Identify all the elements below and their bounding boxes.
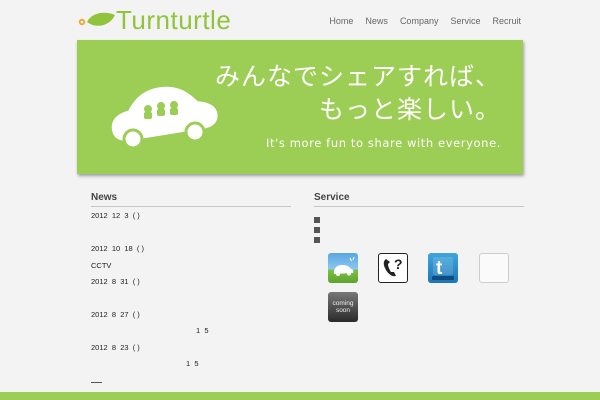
news-text[interactable]: 1 5: [186, 359, 199, 369]
hero-banner: みんなでシェアすれば、 もっと楽しい。 It's more fun to sha…: [77, 40, 523, 174]
news-text[interactable]: CCTV: [91, 261, 111, 271]
main-nav: Home News Company Service Recruit: [329, 15, 521, 27]
logo-text: Turnturtle: [116, 5, 232, 35]
site-header: Turnturtle Home News Company Service Rec…: [0, 0, 600, 40]
news-divider: [91, 206, 291, 207]
news-date[interactable]: 2012 12 3 ( ): [91, 211, 140, 221]
service-bullets: [314, 217, 320, 247]
svg-text:t: t: [436, 258, 443, 279]
coming-soon-label: coming: [332, 300, 354, 307]
site-logo[interactable]: Turnturtle: [76, 6, 231, 34]
more-link-dash[interactable]: [91, 382, 102, 383]
coming-soon-label: soon: [335, 307, 351, 314]
service-divider: [314, 206, 524, 207]
service-heading: Service: [314, 192, 350, 203]
news-date[interactable]: 2012 8 31 ( ): [91, 277, 140, 287]
car-share-app-icon[interactable]: [328, 253, 358, 283]
nav-recruit[interactable]: Recruit: [492, 15, 521, 27]
nav-home[interactable]: Home: [329, 15, 353, 27]
coming-soon-icon[interactable]: coming soon: [328, 292, 358, 322]
nav-news[interactable]: News: [365, 15, 388, 27]
hero-headline-line1: みんなでシェアすれば、: [214, 62, 501, 91]
phone-help-icon[interactable]: ?: [378, 253, 408, 283]
twitter-icon[interactable]: t: [428, 253, 458, 283]
leaf-logo-icon: [76, 8, 118, 32]
footer-bar: [0, 392, 600, 400]
news-heading: News: [91, 192, 118, 203]
nav-service[interactable]: Service: [450, 15, 480, 27]
hero-headline-line2: もっと楽しい。: [318, 95, 501, 124]
car-icon: [103, 75, 221, 157]
blank-app-icon[interactable]: [479, 253, 509, 283]
news-text[interactable]: 1 5: [196, 326, 209, 336]
nav-company[interactable]: Company: [400, 15, 439, 27]
bullet-marker: [314, 237, 320, 243]
bullet-marker: [314, 217, 320, 223]
news-date[interactable]: 2012 8 27 ( ): [91, 310, 140, 320]
hero-tagline: It's more fun to share with everyone.: [266, 136, 501, 150]
bullet-marker: [314, 227, 320, 233]
news-date[interactable]: 2012 10 18 ( ): [91, 244, 144, 254]
news-date[interactable]: 2012 8 23 ( ): [91, 343, 140, 353]
svg-text:?: ?: [394, 256, 403, 272]
